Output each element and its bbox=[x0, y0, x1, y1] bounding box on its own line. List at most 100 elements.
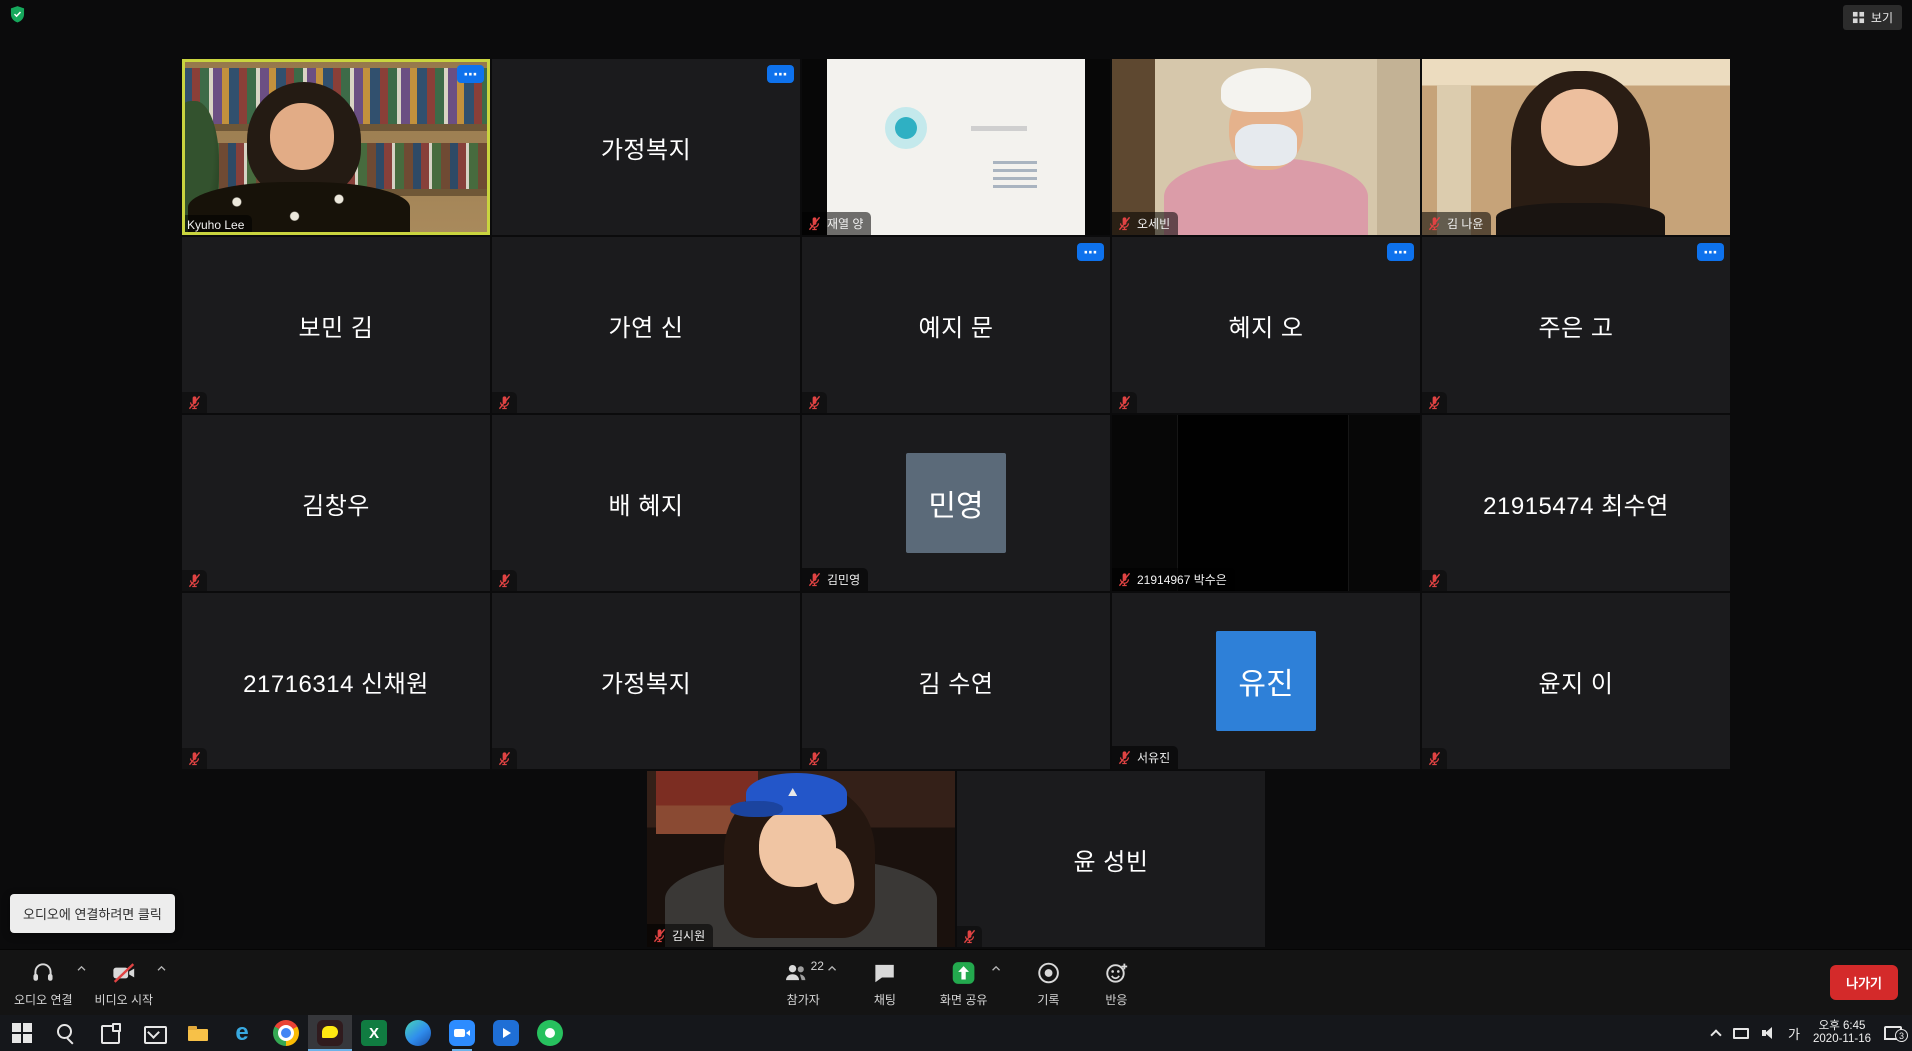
network-icon[interactable] bbox=[1733, 1028, 1749, 1039]
participant-tile[interactable]: 배 혜지 bbox=[492, 415, 800, 591]
task-view-button-glyph bbox=[97, 1020, 123, 1046]
share-screen-button[interactable]: 화면 공유 bbox=[932, 957, 996, 1011]
participant-tile[interactable]: 예지 문 ⋯ bbox=[802, 237, 1110, 413]
muted-mic-icon bbox=[1117, 395, 1132, 410]
participant-tile[interactable]: 유진서유진 bbox=[1112, 593, 1420, 769]
view-button-label: 보기 bbox=[1871, 9, 1893, 26]
record-label: 기록 bbox=[1037, 991, 1059, 1008]
video-options-caret[interactable] bbox=[156, 965, 167, 972]
tile-more-menu-button[interactable]: ⋯ bbox=[457, 65, 484, 83]
ime-indicator[interactable]: 가 bbox=[1788, 1024, 1800, 1043]
participant-label: 김시원 bbox=[647, 924, 713, 947]
muted-mic-icon bbox=[807, 572, 822, 587]
participant-tile[interactable]: 가정복지 bbox=[492, 593, 800, 769]
file-explorer-icon[interactable] bbox=[176, 1015, 220, 1051]
participant-tile[interactable]: 오세빈 bbox=[1112, 59, 1420, 235]
muted-mic-icon bbox=[1117, 750, 1132, 765]
taskbar-apps: eX bbox=[0, 1015, 572, 1051]
tile-more-menu-button[interactable]: ⋯ bbox=[767, 65, 794, 83]
audio-options-caret[interactable] bbox=[76, 965, 87, 972]
edge-icon-glyph: e bbox=[229, 1020, 255, 1046]
chrome-icon[interactable] bbox=[264, 1015, 308, 1051]
view-button[interactable]: 보기 bbox=[1843, 5, 1902, 30]
mail-icon[interactable] bbox=[132, 1015, 176, 1051]
green-app-icon[interactable] bbox=[528, 1015, 572, 1051]
join-audio-button[interactable]: 오디오 연결 bbox=[6, 957, 81, 1011]
participant-tile[interactable]: 가정복지⋯ bbox=[492, 59, 800, 235]
participant-tile[interactable]: 가연 신 bbox=[492, 237, 800, 413]
participants-button[interactable]: 22 참가자 bbox=[775, 957, 832, 1011]
participant-name: 21915474 최수연 bbox=[1483, 486, 1669, 521]
record-button[interactable]: 기록 bbox=[1027, 957, 1069, 1011]
participant-label: Kyuho Lee bbox=[182, 215, 252, 235]
participant-tile[interactable]: Kyuho Lee ⋯ bbox=[182, 59, 490, 235]
task-view-button[interactable] bbox=[88, 1015, 132, 1051]
participant-video bbox=[647, 771, 955, 947]
participant-label-text: Kyuho Lee bbox=[187, 218, 244, 232]
notification-center-icon[interactable]: 3 bbox=[1884, 1026, 1902, 1040]
participant-label-text: 서유진 bbox=[1137, 749, 1170, 766]
chat-button[interactable]: 채팅 bbox=[864, 957, 906, 1011]
volume-icon[interactable] bbox=[1762, 1027, 1775, 1039]
start-video-button[interactable]: 비디오 시작 bbox=[87, 957, 162, 1011]
participant-name: 김창우 bbox=[302, 486, 370, 521]
start-button[interactable] bbox=[0, 1015, 44, 1051]
participants-label: 참가자 bbox=[787, 991, 820, 1008]
participant-tile[interactable]: 김시원 bbox=[647, 771, 955, 947]
participant-label: 오세빈 bbox=[1112, 212, 1178, 235]
start-button-glyph bbox=[9, 1020, 35, 1046]
participant-tile[interactable]: 김 나윤 bbox=[1422, 59, 1730, 235]
muted-mic-icon bbox=[807, 216, 822, 231]
participant-name: 가연 신 bbox=[609, 308, 684, 343]
share-caret[interactable] bbox=[990, 965, 1001, 972]
video-shape-mark2 bbox=[993, 161, 1037, 191]
tray-date: 2020-11-16 bbox=[1813, 1033, 1871, 1047]
participant-tile[interactable]: 김 수연 bbox=[802, 593, 1110, 769]
tray-expand-chevron-icon[interactable] bbox=[1710, 1029, 1721, 1040]
search-button[interactable] bbox=[44, 1015, 88, 1051]
participant-tile[interactable]: 21716314 신채원 bbox=[182, 593, 490, 769]
kakaotalk-icon-glyph bbox=[317, 1020, 343, 1046]
participant-tile[interactable]: 보민 김 bbox=[182, 237, 490, 413]
video-grid: Kyuho Lee⋯가정복지⋯재열 양오세빈김 나윤보민 김가연 신예지 문⋯혜… bbox=[182, 59, 1730, 769]
leave-button[interactable]: 나가기 bbox=[1830, 965, 1898, 1000]
participants-caret[interactable] bbox=[827, 965, 838, 972]
participant-tile[interactable]: 주은 고⋯ bbox=[1422, 237, 1730, 413]
muted-mic-icon bbox=[497, 573, 512, 588]
participant-tile[interactable]: 21915474 최수연 bbox=[1422, 415, 1730, 591]
participant-label bbox=[1112, 392, 1137, 413]
toolbar-center: 22 참가자 채팅 화면 공유 bbox=[775, 957, 1138, 1011]
participant-label bbox=[802, 748, 827, 769]
reactions-icon bbox=[1103, 960, 1129, 986]
muted-mic-icon bbox=[807, 395, 822, 410]
zoom-icon[interactable] bbox=[440, 1015, 484, 1051]
participant-tile[interactable]: 혜지 오⋯ bbox=[1112, 237, 1420, 413]
edge-chromium-icon[interactable] bbox=[396, 1015, 440, 1051]
reactions-button[interactable]: 반응 bbox=[1095, 957, 1137, 1011]
video-app-icon[interactable] bbox=[484, 1015, 528, 1051]
participant-name: 보민 김 bbox=[299, 308, 374, 343]
participant-tile[interactable]: 21914967 박수은 bbox=[1112, 415, 1420, 591]
participant-label bbox=[1422, 392, 1447, 413]
participant-tile[interactable]: 윤 성빈 bbox=[957, 771, 1265, 947]
video-shape-brim bbox=[730, 801, 782, 817]
tile-more-menu-button[interactable]: ⋯ bbox=[1387, 243, 1414, 261]
security-shield-icon[interactable] bbox=[10, 6, 25, 23]
tile-more-menu-button[interactable]: ⋯ bbox=[1077, 243, 1104, 261]
participant-tile[interactable]: 김창우 bbox=[182, 415, 490, 591]
participant-tile[interactable]: 재열 양 bbox=[802, 59, 1110, 235]
video-shape-face bbox=[270, 103, 335, 170]
kakaotalk-icon[interactable] bbox=[308, 1015, 352, 1051]
excel-icon[interactable]: X bbox=[352, 1015, 396, 1051]
tile-more-menu-button[interactable]: ⋯ bbox=[1697, 243, 1724, 261]
participant-label bbox=[957, 926, 982, 947]
participant-name: 예지 문 bbox=[919, 308, 994, 343]
participant-tile[interactable]: 민영김민영 bbox=[802, 415, 1110, 591]
participant-tile[interactable]: 윤지 이 bbox=[1422, 593, 1730, 769]
participant-label bbox=[182, 570, 207, 591]
participant-name: 윤지 이 bbox=[1539, 664, 1614, 699]
muted-mic-icon bbox=[497, 395, 512, 410]
participant-video bbox=[1112, 59, 1420, 235]
edge-icon[interactable]: e bbox=[220, 1015, 264, 1051]
clock[interactable]: 오후 6:45 2020-11-16 bbox=[1813, 1020, 1871, 1047]
